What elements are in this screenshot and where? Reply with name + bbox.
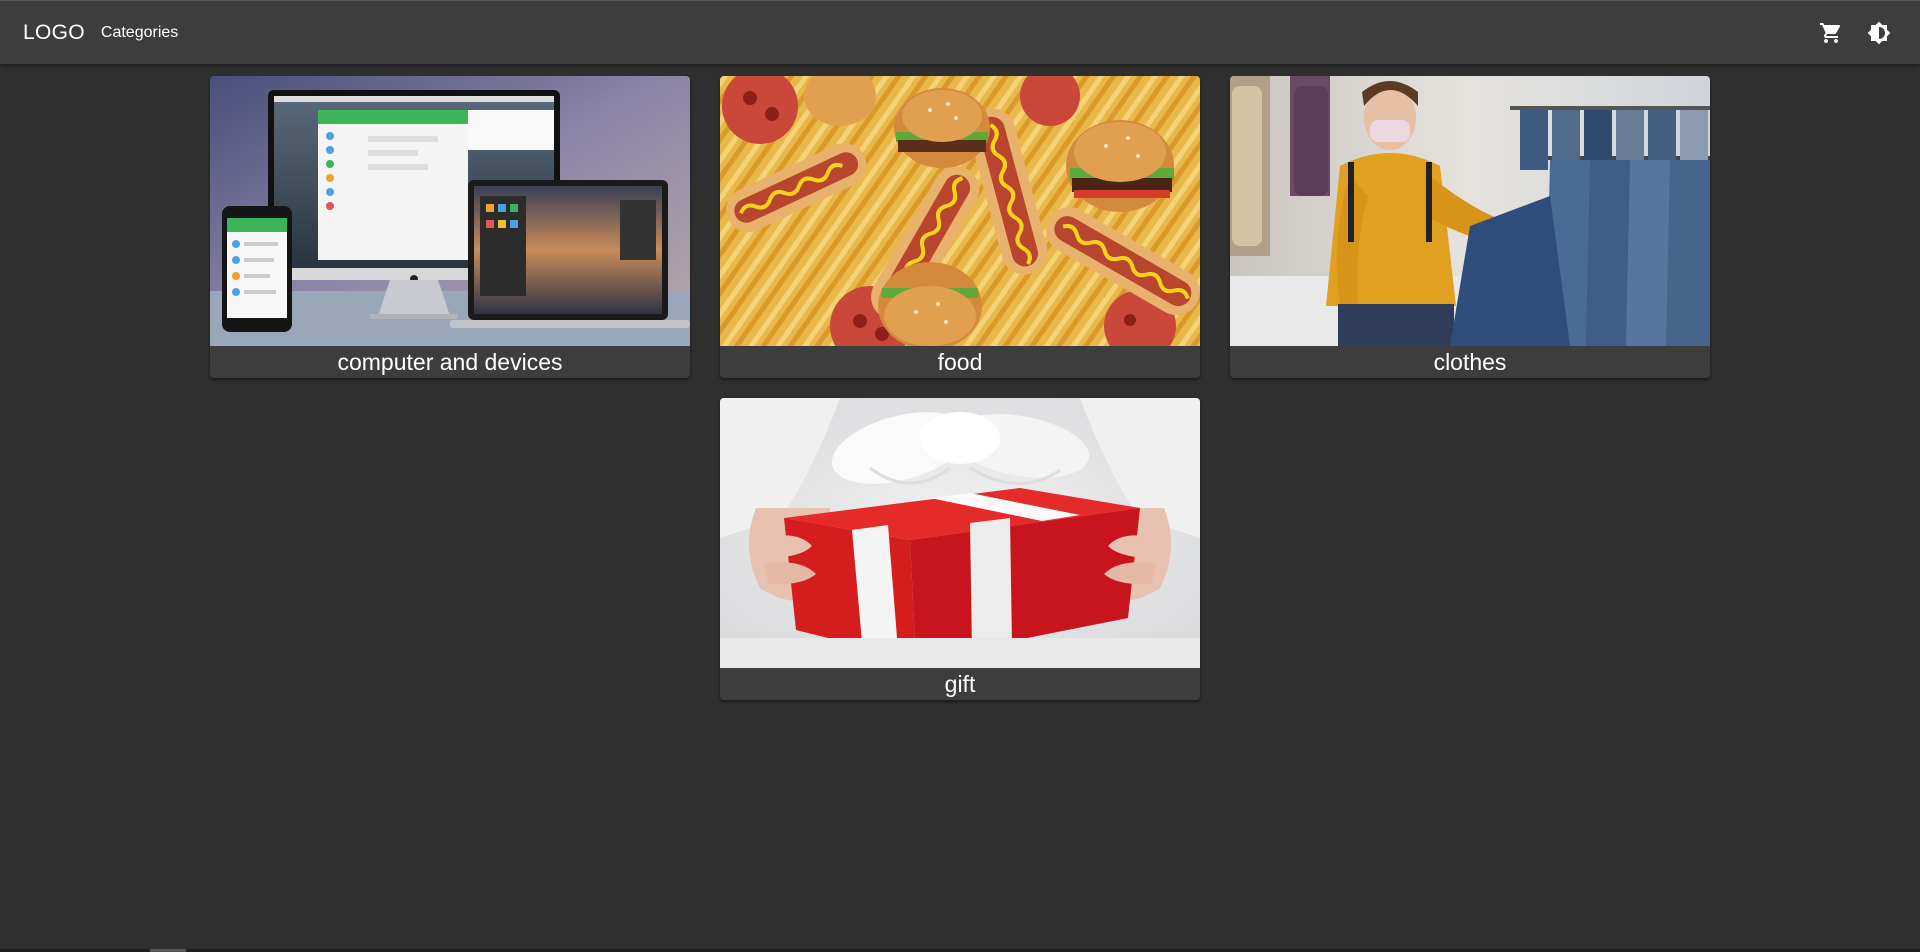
category-title: clothes <box>1433 349 1507 375</box>
app-bar: LOGO Categories <box>0 0 1920 64</box>
category-card-computer-and-devices[interactable]: computer and devices <box>210 76 690 378</box>
cart-icon <box>1820 22 1841 43</box>
category-card-gift[interactable]: gift <box>720 398 1200 700</box>
cart-button[interactable] <box>1807 9 1855 57</box>
category-title: food <box>937 349 983 375</box>
category-card-clothes[interactable]: clothes <box>1230 76 1710 378</box>
category-grid: computer and devices food clothes gift <box>210 76 1710 700</box>
category-title: gift <box>944 671 976 697</box>
clothing-store-image <box>1230 76 1710 346</box>
brightness-icon <box>1867 21 1891 44</box>
category-title: computer and devices <box>337 349 563 375</box>
logo[interactable]: LOGO <box>23 21 85 45</box>
nav-link-categories[interactable]: Categories <box>101 24 178 42</box>
computer-devices-image <box>210 76 690 346</box>
gift-box-image <box>720 398 1200 668</box>
theme-toggle-button[interactable] <box>1855 9 1903 57</box>
fast-food-image <box>720 76 1200 346</box>
category-card-food[interactable]: food <box>720 76 1200 378</box>
